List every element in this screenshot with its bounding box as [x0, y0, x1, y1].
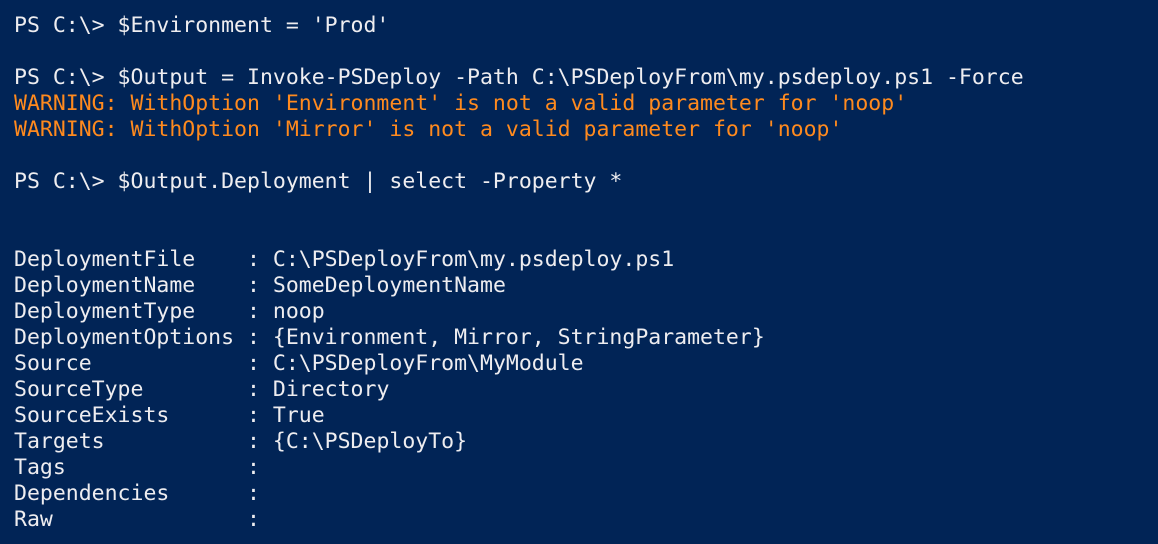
property-row-targets: Targets : {C:\PSDeployTo}: [14, 429, 1158, 455]
property-row-deploymenttype: DeploymentType : noop: [14, 299, 1158, 325]
property-row-deploymentoptions: DeploymentOptions : {Environment, Mirror…: [14, 325, 1158, 351]
warning-line-mirror: WARNING: WithOption 'Mirror' is not a va…: [14, 117, 843, 142]
property-row-dependencies: Dependencies :: [14, 481, 1158, 507]
property-value: :: [247, 455, 260, 480]
property-name: SourceExists: [14, 403, 247, 428]
warning-line-environment: WARNING: WithOption 'Environment' is not…: [14, 91, 908, 116]
property-value: : C:\PSDeployFrom\my.psdeploy.ps1: [247, 247, 675, 272]
property-name: SourceType: [14, 377, 247, 402]
property-value: :: [247, 507, 260, 532]
property-value: : C:\PSDeployFrom\MyModule: [247, 351, 584, 376]
property-row-raw: Raw :: [14, 507, 1158, 533]
property-row-source: Source : C:\PSDeployFrom\MyModule: [14, 351, 1158, 377]
command-line-select-property: PS C:\> $Output.Deployment | select -Pro…: [14, 169, 623, 194]
property-name: Raw: [14, 507, 247, 532]
property-name: DeploymentFile: [14, 247, 247, 272]
property-list: DeploymentFile : C:\PSDeployFrom\my.psde…: [14, 247, 1158, 533]
property-value: : noop: [247, 299, 325, 324]
property-name: Targets: [14, 429, 247, 454]
property-name: Source: [14, 351, 247, 376]
property-name: Dependencies: [14, 481, 247, 506]
property-name: DeploymentName: [14, 273, 247, 298]
property-row-tags: Tags :: [14, 455, 1158, 481]
console-output[interactable]: PS C:\> $Environment = 'Prod' PS C:\> $O…: [0, 0, 1158, 544]
property-value: : {Environment, Mirror, StringParameter}: [247, 325, 765, 350]
property-name: Tags: [14, 455, 247, 480]
command-line-environment: PS C:\> $Environment = 'Prod': [14, 13, 390, 38]
property-value: :: [247, 481, 260, 506]
property-name: DeploymentType: [14, 299, 247, 324]
property-row-deploymentname: DeploymentName : SomeDeploymentName: [14, 273, 1158, 299]
property-row-sourceexists: SourceExists : True: [14, 403, 1158, 429]
property-row-sourcetype: SourceType : Directory: [14, 377, 1158, 403]
command-line-invoke-psdeploy: PS C:\> $Output = Invoke-PSDeploy -Path …: [14, 65, 1024, 90]
property-value: : Directory: [247, 377, 390, 402]
property-value: : True: [247, 403, 325, 428]
property-name: DeploymentOptions: [14, 325, 247, 350]
property-row-deploymentfile: DeploymentFile : C:\PSDeployFrom\my.psde…: [14, 247, 1158, 273]
property-value: : SomeDeploymentName: [247, 273, 506, 298]
property-value: : {C:\PSDeployTo}: [247, 429, 468, 454]
